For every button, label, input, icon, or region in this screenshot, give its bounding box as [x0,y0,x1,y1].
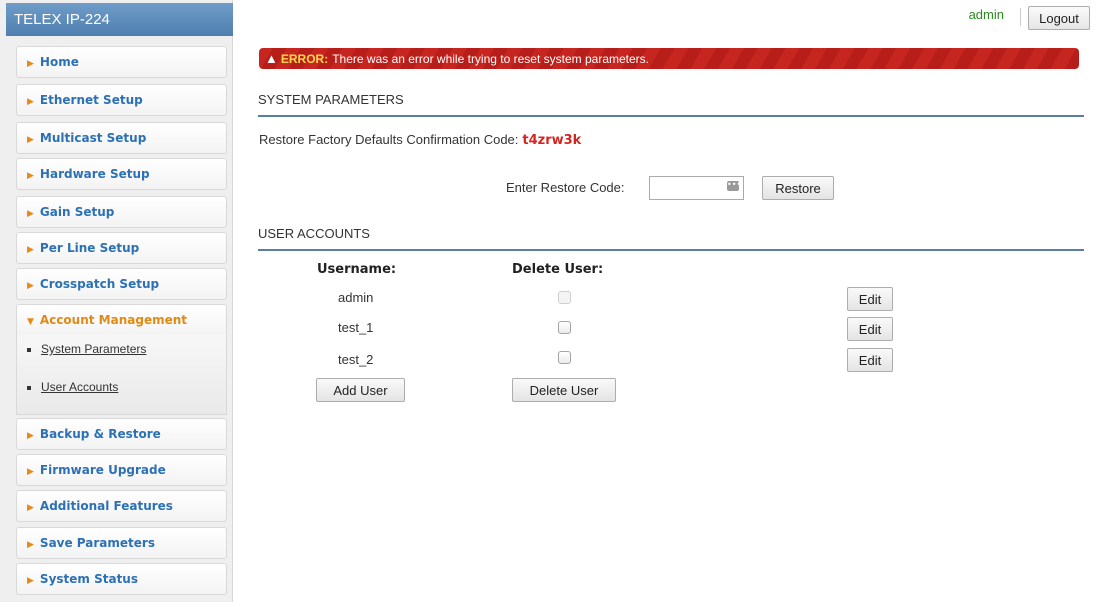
sidebar-item-label: Save Parameters [39,536,155,550]
warning-icon: ▲ [265,51,278,66]
caret-right-icon: ▶ [27,467,34,477]
sidebar-item-label: Hardware Setup [39,167,150,181]
sidebar-item-system-status[interactable]: ▶ System Status [16,563,227,595]
main-content: admin Logout ▲ ERROR: There was an error w… [244,0,1103,602]
password-dots-icon: ••• [727,180,742,191]
sidebar-item-multicast-setup[interactable]: ▶ Multicast Setup [16,122,227,154]
delete-user-checkbox [558,291,571,304]
sidebar-item-label: Crosspatch Setup [39,277,160,291]
sidebar-item-label: Gain Setup [39,205,115,219]
caret-right-icon: ▶ [27,540,34,550]
username-cell: test_2 [338,352,374,367]
caret-down-icon: ▼ [27,317,34,327]
sidebar-item-additional-features[interactable]: ▶ Additional Features [16,490,227,522]
sidebar-item-gain-setup[interactable]: ▶ Gain Setup [16,196,227,228]
sidebar-item-label: Backup & Restore [39,427,161,441]
caret-right-icon: ▶ [27,59,34,69]
confirmation-line: Restore Factory Defaults Confirmation Co… [259,132,581,148]
caret-right-icon: ▶ [27,431,34,441]
delete-user-checkbox[interactable] [558,321,571,334]
delete-user-checkbox[interactable] [558,351,571,364]
app-title: TELEX IP-224 [6,3,233,36]
sidebar: TELEX IP-224 ▶ Home ▶ Ethernet Setup ▶ Mult… [0,0,233,602]
bullet-icon [27,385,31,390]
caret-right-icon: ▶ [27,503,34,513]
sidebar-item-label: Multicast Setup [39,131,147,145]
confirmation-code: t4zrw3k [522,133,582,148]
sidebar-item-crosspatch-setup[interactable]: ▶ Crosspatch Setup [16,268,227,300]
error-banner: ▲ ERROR: There was an error while trying t… [259,48,1079,69]
sidebar-item-label: System Status [39,572,138,586]
sidebar-item-ethernet-setup[interactable]: ▶ Ethernet Setup [16,84,227,116]
header-divider [1020,8,1021,26]
system-parameters-link[interactable]: System Parameters [41,342,146,356]
edit-user-button[interactable]: Edit [847,287,893,311]
current-user: admin [968,7,1004,22]
confirmation-label: Restore Factory Defaults Confirmation Co… [259,132,519,147]
caret-right-icon: ▶ [27,135,34,145]
submenu-item-system-parameters: System Parameters [27,342,146,356]
caret-right-icon: ▶ [27,171,34,181]
restore-code-input[interactable]: ••• [649,176,744,200]
username-cell: admin [338,290,374,305]
error-label: ERROR: [280,52,329,66]
delete-user-column-header: Delete User: [512,262,604,277]
error-message: There was an error while trying to reset… [332,52,649,66]
bullet-icon [27,347,31,352]
caret-right-icon: ▶ [27,576,34,586]
logout-button[interactable]: Logout [1028,6,1090,30]
add-user-button[interactable]: Add User [316,378,405,402]
submenu-item-user-accounts: User Accounts [27,380,118,394]
caret-right-icon: ▶ [27,209,34,219]
caret-right-icon: ▶ [27,97,34,107]
sidebar-item-backup-restore[interactable]: ▶ Backup & Restore [16,418,227,450]
sidebar-item-label: Account Management [39,313,188,327]
edit-user-button[interactable]: Edit [847,348,893,372]
user-accounts-link[interactable]: User Accounts [41,380,118,394]
user-accounts-title: USER ACCOUNTS [258,226,1084,251]
sidebar-item-hardware-setup[interactable]: ▶ Hardware Setup [16,158,227,190]
sidebar-item-label: Ethernet Setup [39,93,143,107]
restore-button[interactable]: Restore [762,176,834,200]
sidebar-item-account-management[interactable]: ▼ Account Management [16,304,227,336]
sidebar-item-firmware-upgrade[interactable]: ▶ Firmware Upgrade [16,454,227,486]
sidebar-item-per-line-setup[interactable]: ▶ Per Line Setup [16,232,227,264]
caret-right-icon: ▶ [27,245,34,255]
sidebar-item-save-parameters[interactable]: ▶ Save Parameters [16,527,227,559]
edit-user-button[interactable]: Edit [847,317,893,341]
sidebar-item-label: Per Line Setup [39,241,140,255]
sidebar-item-label: Home [39,55,79,69]
username-cell: test_1 [338,320,374,335]
username-column-header: Username: [317,262,397,277]
system-parameters-title: SYSTEM PARAMETERS [258,92,1084,117]
account-management-submenu: System Parameters User Accounts [16,335,227,415]
sidebar-item-label: Additional Features [39,499,173,513]
caret-right-icon: ▶ [27,281,34,291]
delete-user-button[interactable]: Delete User [512,378,616,402]
sidebar-item-label: Firmware Upgrade [39,463,166,477]
sidebar-item-home[interactable]: ▶ Home [16,46,227,78]
restore-code-label: Enter Restore Code: [506,180,625,195]
